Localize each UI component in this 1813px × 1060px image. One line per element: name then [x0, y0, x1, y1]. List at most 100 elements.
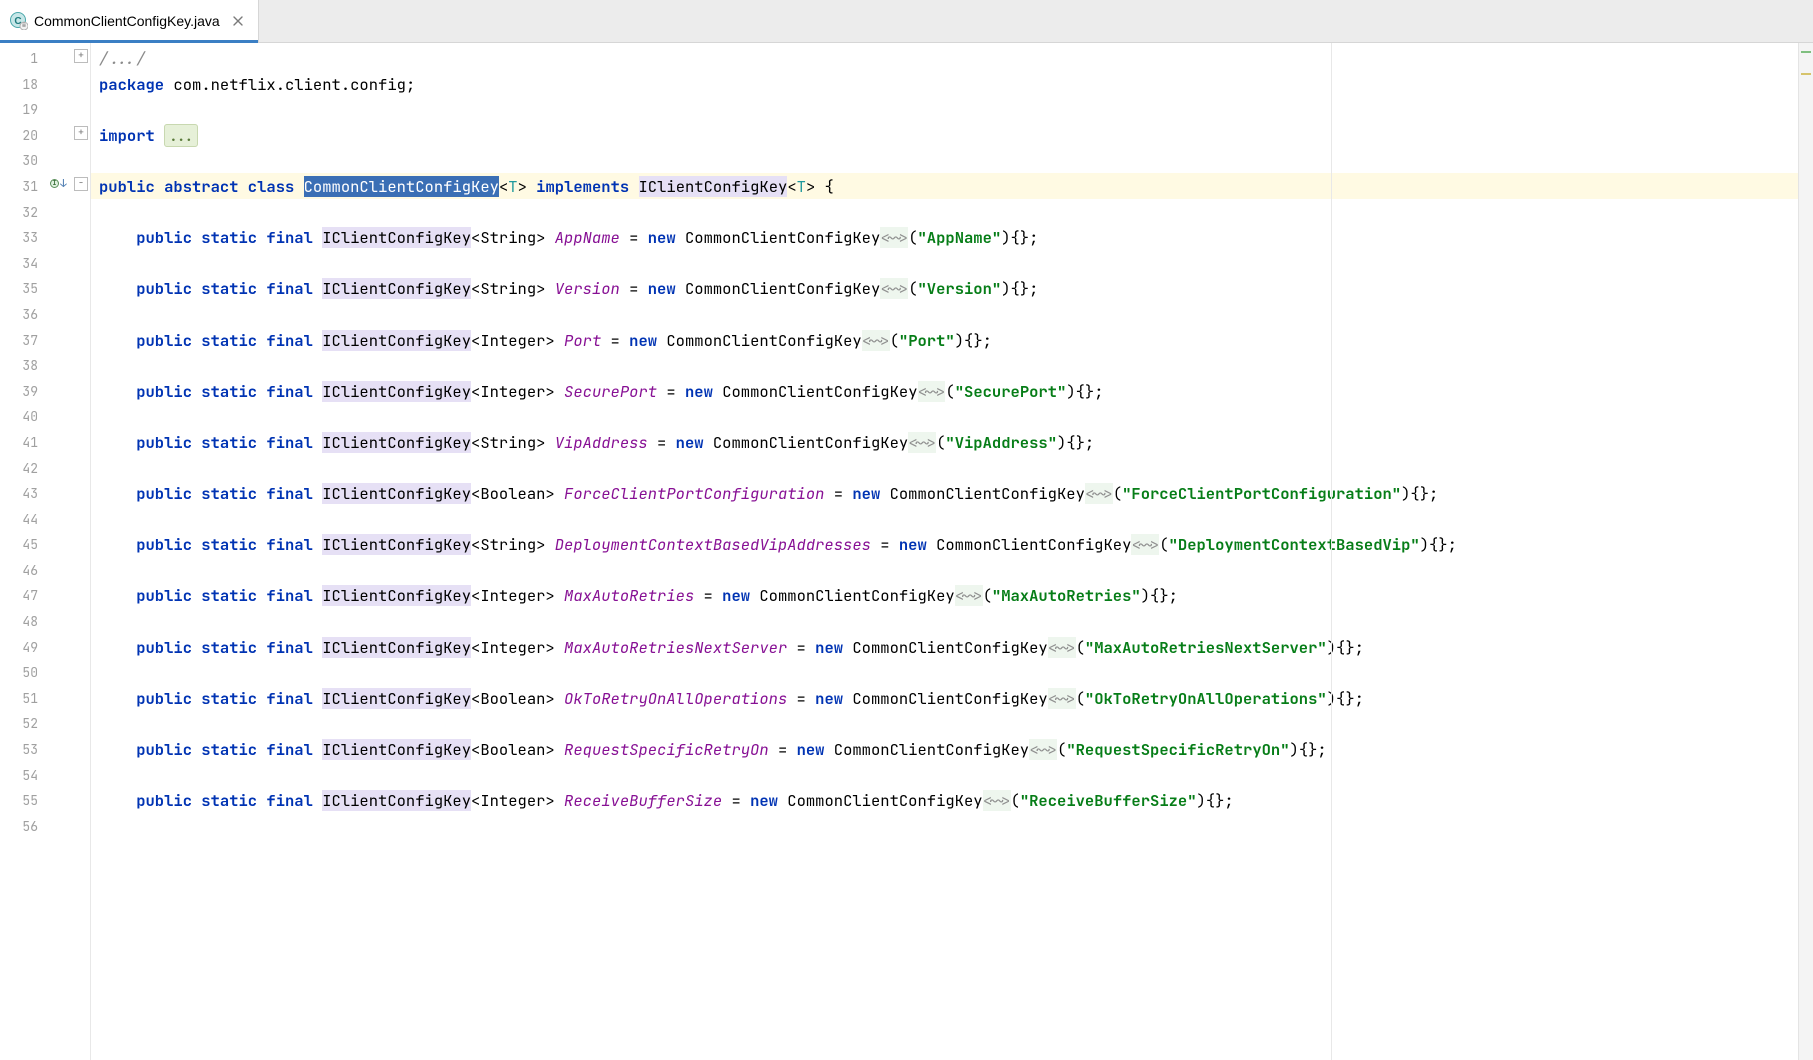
has-implementations-icon[interactable]: I↓: [50, 177, 67, 191]
line-number[interactable]: 45: [0, 531, 48, 557]
marker-slot: [48, 350, 90, 376]
line-number[interactable]: 43: [0, 480, 48, 506]
line-number[interactable]: 46: [0, 557, 48, 583]
line-number[interactable]: 53: [0, 736, 48, 762]
tab-file-commonclientconfigkey[interactable]: C CommonClientConfigKey.java: [0, 0, 259, 42]
line-number[interactable]: 38: [0, 352, 48, 378]
marker-slot: [48, 325, 90, 351]
marker-slot: [48, 734, 90, 760]
stripe-mark-warning[interactable]: [1801, 73, 1811, 75]
fold-toggle-expand-icon[interactable]: +: [74, 49, 88, 63]
code-line[interactable]: [91, 710, 1798, 736]
marker-slot: [48, 504, 90, 530]
line-number[interactable]: 41: [0, 429, 48, 455]
line-number[interactable]: 55: [0, 787, 48, 813]
line-number[interactable]: 47: [0, 582, 48, 608]
marker-slot: [48, 197, 90, 223]
code-line[interactable]: public static final IClientConfigKey<Int…: [91, 327, 1798, 353]
marker-slot: [48, 708, 90, 734]
code-line[interactable]: [91, 403, 1798, 429]
stripe-mark-ok[interactable]: [1801, 51, 1811, 53]
java-class-readonly-icon: C: [10, 12, 28, 30]
marker-slot: [48, 273, 90, 299]
marker-slot: [48, 657, 90, 683]
code-line[interactable]: [91, 506, 1798, 532]
line-number[interactable]: 30: [0, 147, 48, 173]
code-line[interactable]: public static final IClientConfigKey<Str…: [91, 531, 1798, 557]
marker-slot: [48, 145, 90, 171]
line-number[interactable]: 35: [0, 275, 48, 301]
line-number[interactable]: 39: [0, 378, 48, 404]
code-line[interactable]: [91, 147, 1798, 173]
line-number[interactable]: 34: [0, 250, 48, 276]
line-number[interactable]: 56: [0, 813, 48, 839]
error-stripe[interactable]: [1798, 43, 1813, 1060]
marker-slot: [48, 683, 90, 709]
marker-slot: [48, 401, 90, 427]
code-line[interactable]: [91, 455, 1798, 481]
code-line[interactable]: import ...: [91, 122, 1798, 148]
line-number[interactable]: 51: [0, 685, 48, 711]
close-icon[interactable]: [230, 13, 246, 29]
marker-slot: [48, 580, 90, 606]
line-number[interactable]: 48: [0, 608, 48, 634]
line-number[interactable]: 50: [0, 659, 48, 685]
code-line[interactable]: [91, 762, 1798, 788]
code-line[interactable]: /.../: [91, 45, 1798, 71]
code-line[interactable]: public static final IClientConfigKey<Boo…: [91, 685, 1798, 711]
line-number-gutter[interactable]: 1181920303132333435363738394041424344454…: [0, 43, 48, 1060]
code-line[interactable]: public static final IClientConfigKey<Str…: [91, 224, 1798, 250]
marker-slot: [48, 248, 90, 274]
code-line[interactable]: package com.netflix.client.config;: [91, 71, 1798, 97]
line-number[interactable]: 33: [0, 224, 48, 250]
line-number[interactable]: 54: [0, 762, 48, 788]
fold-toggle-collapse-icon[interactable]: −: [74, 177, 88, 191]
line-number[interactable]: 20: [0, 122, 48, 148]
line-number[interactable]: 40: [0, 403, 48, 429]
code-line[interactable]: public static final IClientConfigKey<Int…: [91, 378, 1798, 404]
marker-slot: [48, 760, 90, 786]
line-number[interactable]: 31: [0, 173, 48, 199]
marker-slot: [48, 555, 90, 581]
line-number[interactable]: 44: [0, 506, 48, 532]
line-number[interactable]: 49: [0, 634, 48, 660]
code-line[interactable]: [91, 96, 1798, 122]
folded-header-comment: /.../: [99, 48, 146, 69]
code-line[interactable]: public static final IClientConfigKey<Int…: [91, 634, 1798, 660]
marker-column[interactable]: + + −I↓: [48, 43, 91, 1060]
code-line[interactable]: [91, 199, 1798, 225]
code-line[interactable]: [91, 557, 1798, 583]
folded-imports-icon[interactable]: ...: [164, 124, 198, 147]
marker-slot: [48, 606, 90, 632]
line-number[interactable]: 36: [0, 301, 48, 327]
line-number[interactable]: 32: [0, 199, 48, 225]
line-number[interactable]: 18: [0, 71, 48, 97]
code-line[interactable]: [91, 352, 1798, 378]
code-area[interactable]: /.../package com.netflix.client.config; i…: [91, 43, 1798, 1060]
marker-slot: [48, 299, 90, 325]
line-number[interactable]: 1: [0, 45, 48, 71]
code-line[interactable]: [91, 250, 1798, 276]
code-line[interactable]: public static final IClientConfigKey<Int…: [91, 582, 1798, 608]
marker-slot: [48, 453, 90, 479]
code-line[interactable]: [91, 608, 1798, 634]
code-line[interactable]: public static final IClientConfigKey<Boo…: [91, 480, 1798, 506]
code-line[interactable]: public static final IClientConfigKey<Boo…: [91, 736, 1798, 762]
code-line[interactable]: public static final IClientConfigKey<Str…: [91, 429, 1798, 455]
code-line[interactable]: public static final IClientConfigKey<Int…: [91, 787, 1798, 813]
code-content: /.../package com.netflix.client.config; i…: [91, 45, 1798, 838]
marker-slot: [48, 632, 90, 658]
marker-slot: [48, 69, 90, 95]
line-number[interactable]: 52: [0, 710, 48, 736]
code-line[interactable]: public abstract class CommonClientConfig…: [91, 173, 1798, 199]
line-number[interactable]: 37: [0, 327, 48, 353]
marker-slot: +: [48, 43, 90, 69]
code-line[interactable]: [91, 659, 1798, 685]
selected-class-name: CommonClientConfigKey: [304, 176, 499, 197]
line-number[interactable]: 19: [0, 96, 48, 122]
code-line[interactable]: [91, 301, 1798, 327]
code-line[interactable]: public static final IClientConfigKey<Str…: [91, 275, 1798, 301]
fold-toggle-expand-icon[interactable]: +: [74, 126, 88, 140]
line-number[interactable]: 42: [0, 455, 48, 481]
code-line[interactable]: [91, 813, 1798, 839]
